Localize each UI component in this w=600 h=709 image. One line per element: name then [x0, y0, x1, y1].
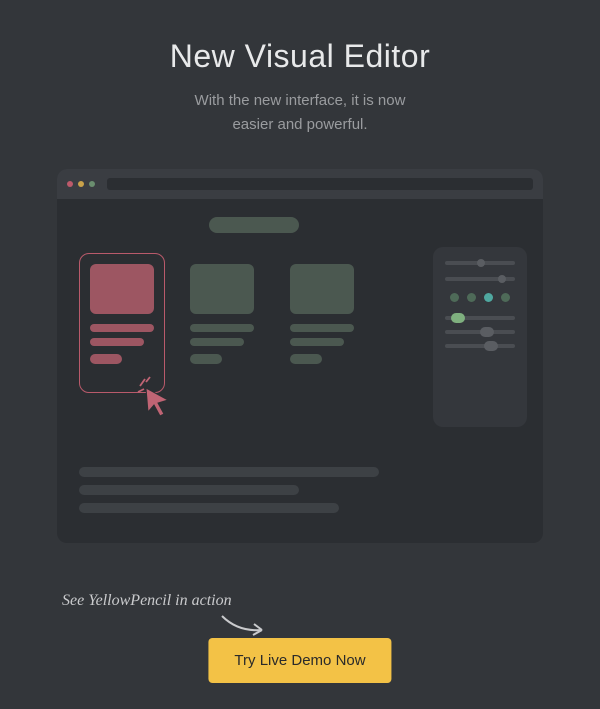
slider: [445, 330, 515, 334]
try-demo-button[interactable]: Try Live Demo Now: [208, 638, 391, 683]
card-button-placeholder: [290, 354, 322, 364]
card-text-line: [190, 338, 244, 346]
window-controls: [67, 181, 95, 187]
slider: [445, 261, 515, 265]
properties-panel: [433, 247, 527, 427]
slider-knob-icon: [480, 327, 494, 337]
card-image-placeholder: [190, 264, 254, 314]
page-title: New Visual Editor: [0, 38, 600, 75]
card-text-line: [90, 324, 154, 332]
card-image-placeholder: [90, 264, 154, 314]
card-button-placeholder: [90, 354, 122, 364]
color-swatches: [445, 293, 515, 302]
card-image-placeholder: [290, 264, 354, 314]
card: [179, 253, 265, 393]
window-titlebar: [57, 169, 543, 199]
card-selected: [79, 253, 165, 393]
slider: [445, 344, 515, 348]
header: New Visual Editor With the new interface…: [0, 0, 600, 137]
swatch-icon: [467, 293, 476, 302]
slider-knob-icon: [498, 275, 506, 283]
minimize-dot-icon: [78, 181, 84, 187]
slider: [445, 316, 515, 320]
slider: [445, 277, 515, 281]
swatch-icon: [450, 293, 459, 302]
slider-knob-icon: [451, 313, 465, 323]
editor-window-mockup: [57, 169, 543, 543]
card-text-line: [290, 338, 344, 346]
maximize-dot-icon: [89, 181, 95, 187]
text-line-placeholder: [79, 503, 339, 513]
card-text-line: [190, 324, 254, 332]
paragraph-placeholder: [79, 467, 379, 521]
address-bar: [107, 178, 533, 190]
text-line-placeholder: [79, 467, 379, 477]
slider-knob-icon: [484, 341, 498, 351]
text-line-placeholder: [79, 485, 299, 495]
close-dot-icon: [67, 181, 73, 187]
placeholder-pill: [209, 217, 299, 233]
slider-knob-icon: [477, 259, 485, 267]
card-button-placeholder: [190, 354, 222, 364]
card-text-line: [290, 324, 354, 332]
card: [279, 253, 365, 393]
cursor-pointer-icon: [136, 376, 180, 420]
swatch-icon: [501, 293, 510, 302]
card-text-line: [90, 338, 144, 346]
page-subtitle: With the new interface, it is now easier…: [0, 89, 600, 137]
swatch-icon: [484, 293, 493, 302]
editor-canvas: [57, 199, 543, 543]
handwritten-annotation: See YellowPencil in action: [62, 592, 232, 610]
